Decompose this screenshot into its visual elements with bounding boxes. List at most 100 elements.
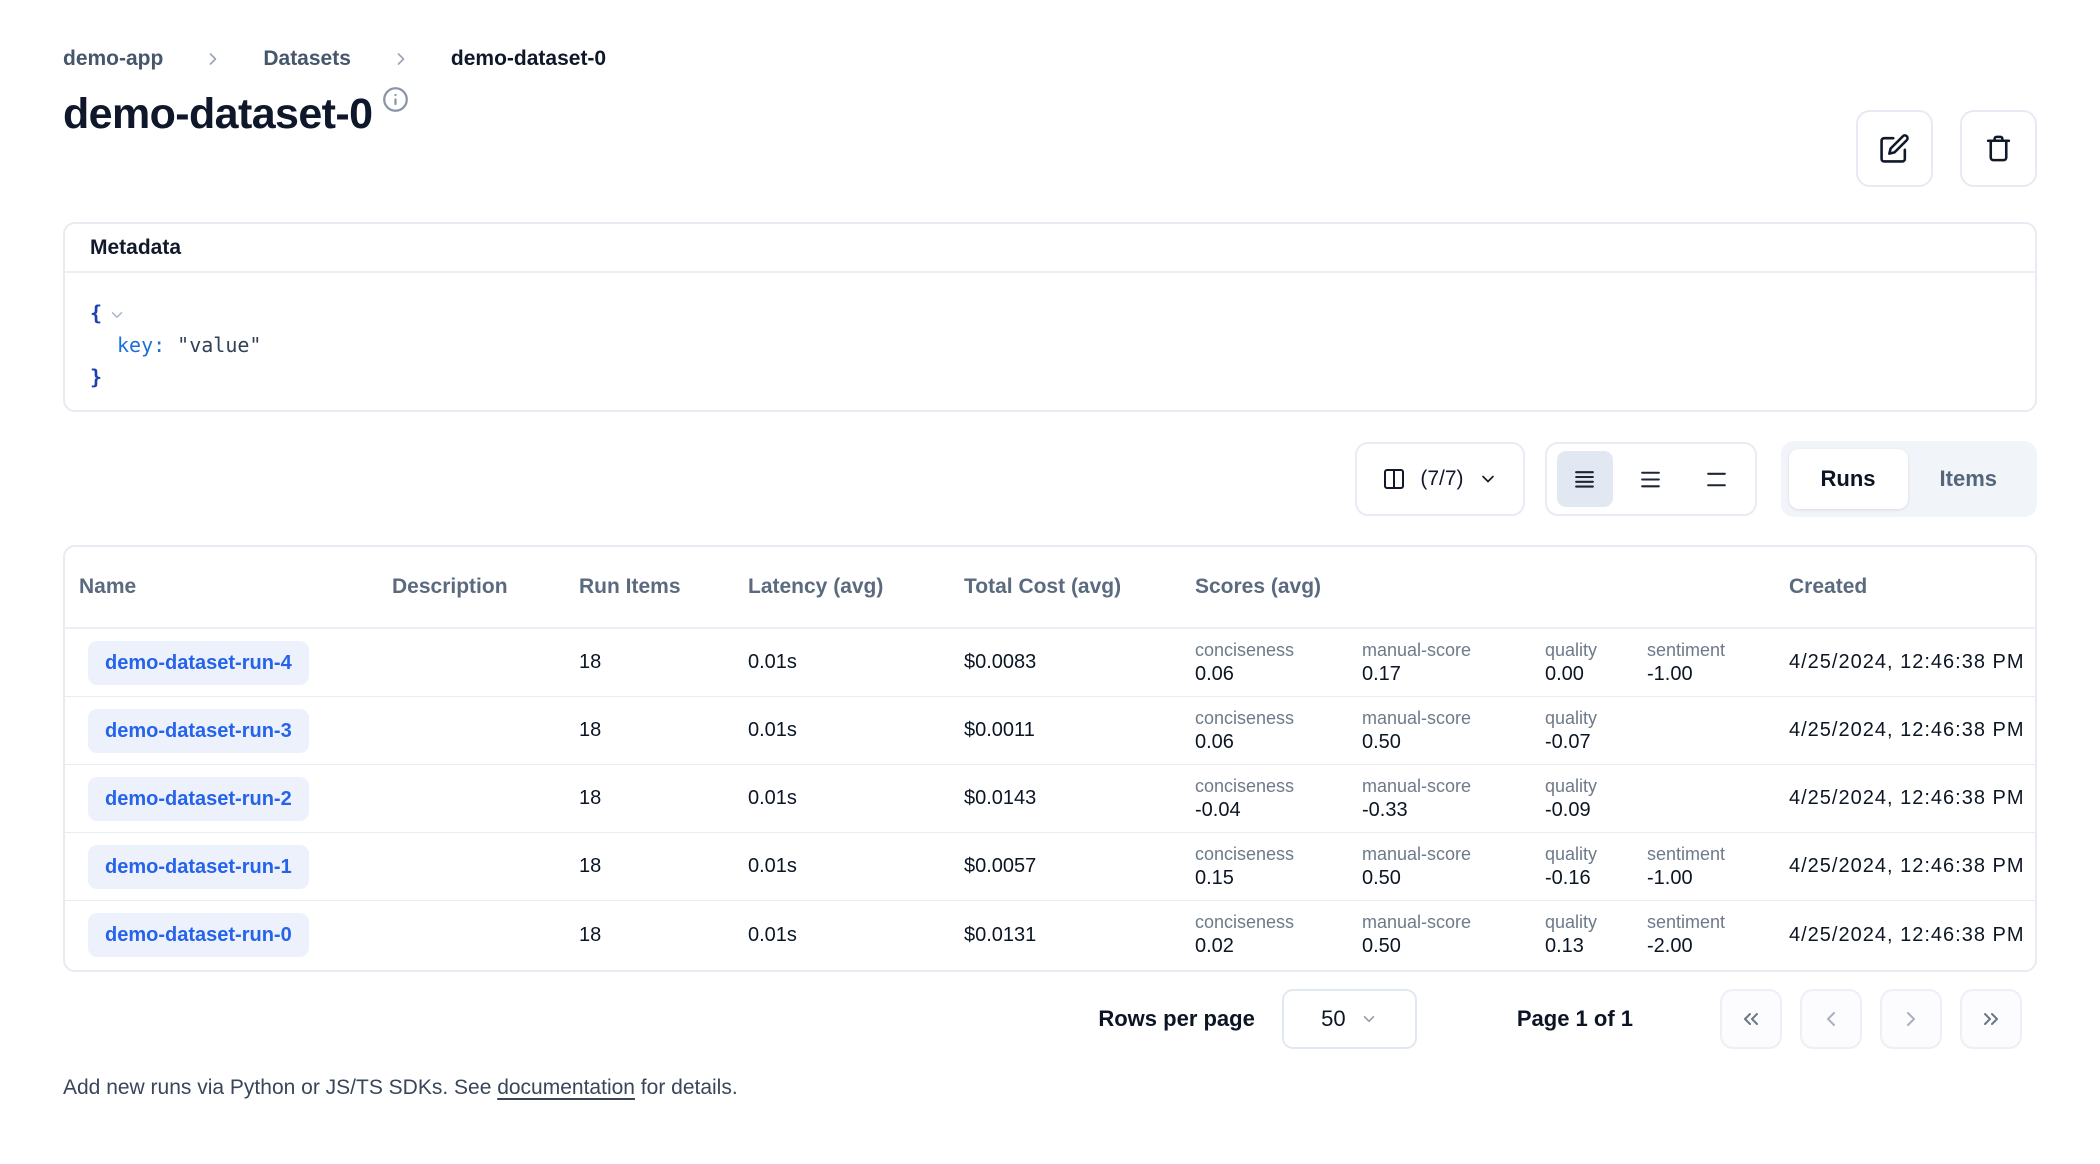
rows-per-page-label: Rows per page: [1098, 1006, 1254, 1032]
delete-dataset-button[interactable]: [1960, 110, 2037, 187]
run-name-link[interactable]: demo-dataset-run-0: [88, 913, 309, 957]
first-page-button[interactable]: [1720, 989, 1782, 1049]
edit-dataset-button[interactable]: [1856, 110, 1933, 187]
rows-per-page-select[interactable]: 50: [1282, 989, 1417, 1049]
cell-created: 4/25/2024, 12:46:38 PM: [1789, 787, 2035, 810]
cell-total-cost: $0.0011: [964, 719, 1195, 742]
column-header-run-items[interactable]: Run Items: [579, 575, 748, 599]
row-height-toggle-group: [1545, 442, 1757, 516]
pagination-buttons: [1720, 989, 2022, 1049]
score-cell: quality-0.07: [1545, 707, 1647, 755]
footer-note: Add new runs via Python or JS/TS SDKs. S…: [63, 1076, 738, 1100]
column-header-created[interactable]: Created: [1789, 575, 2035, 599]
rows-per-page-value: 50: [1321, 1006, 1345, 1032]
cell-latency: 0.01s: [748, 651, 964, 674]
score-cell: sentiment-1.00: [1647, 843, 1789, 891]
cell-scores: conciseness0.15 manual-score0.50 quality…: [1195, 833, 1789, 900]
table-toolbar: (7/7) Runs Items: [1355, 441, 2037, 517]
footer-text-after: for details.: [635, 1076, 738, 1099]
tab-runs[interactable]: Runs: [1789, 449, 1908, 509]
breadcrumb-project[interactable]: demo-app: [63, 47, 163, 71]
tab-items[interactable]: Items: [1908, 449, 2029, 509]
column-header-scores[interactable]: Scores (avg): [1195, 575, 1789, 599]
metadata-panel: Metadata { key: "value" }: [63, 222, 2037, 412]
score-cell: manual-score0.50: [1362, 843, 1545, 891]
run-name-link[interactable]: demo-dataset-run-2: [88, 777, 309, 821]
run-name-link[interactable]: demo-dataset-run-1: [88, 845, 309, 889]
score-cell: quality0.13: [1545, 911, 1647, 959]
page-title: demo-dataset-0: [63, 84, 372, 144]
next-page-button[interactable]: [1880, 989, 1942, 1049]
info-icon[interactable]: [382, 86, 409, 113]
score-cell: conciseness0.15: [1195, 843, 1362, 891]
metadata-title: Metadata: [90, 236, 181, 260]
column-visibility-button[interactable]: (7/7): [1355, 442, 1524, 516]
table-row[interactable]: demo-dataset-run-2 18 0.01s $0.0143 conc…: [65, 765, 2035, 833]
row-height-small-icon: [1572, 467, 1597, 492]
page-indicator: Page 1 of 1: [1517, 1006, 1633, 1032]
edit-icon: [1879, 133, 1910, 164]
column-header-total-cost[interactable]: Total Cost (avg): [964, 575, 1195, 599]
breadcrumb-datasets[interactable]: Datasets: [263, 47, 351, 71]
score-cell: quality-0.09: [1545, 775, 1647, 823]
cell-latency: 0.01s: [748, 719, 964, 742]
row-height-large-icon: [1704, 467, 1729, 492]
header-actions: [1856, 110, 2037, 187]
row-height-medium-button[interactable]: [1623, 451, 1679, 507]
chevrons-left-icon: [1739, 1007, 1763, 1031]
runs-table: Name Description Run Items Latency (avg)…: [63, 545, 2037, 972]
table-row[interactable]: demo-dataset-run-0 18 0.01s $0.0131 conc…: [65, 901, 2035, 969]
score-cell: conciseness0.06: [1195, 707, 1362, 755]
chevron-left-icon: [1819, 1007, 1843, 1031]
chevron-down-icon: [1478, 469, 1498, 489]
cell-created: 4/25/2024, 12:46:38 PM: [1789, 651, 2035, 674]
table-row[interactable]: demo-dataset-run-1 18 0.01s $0.0057 conc…: [65, 833, 2035, 901]
column-header-description[interactable]: Description: [392, 575, 579, 599]
chevron-right-icon: [1899, 1007, 1923, 1031]
score-cell: quality-0.16: [1545, 843, 1647, 891]
row-height-small-button[interactable]: [1557, 451, 1613, 507]
collapse-chevron-icon[interactable]: [108, 306, 126, 324]
columns-count-label: (7/7): [1420, 467, 1463, 491]
json-string-value: "value": [177, 329, 261, 361]
cell-total-cost: $0.0057: [964, 855, 1195, 878]
table-row[interactable]: demo-dataset-run-4 18 0.01s $0.0083 conc…: [65, 629, 2035, 697]
cell-run-items: 18: [579, 651, 748, 674]
previous-page-button[interactable]: [1800, 989, 1862, 1049]
score-cell: sentiment-2.00: [1647, 911, 1789, 959]
score-cell: quality0.00: [1545, 639, 1647, 687]
pagination-bar: Rows per page 50 Page 1 of 1: [1098, 988, 2022, 1050]
cell-run-items: 18: [579, 787, 748, 810]
cell-scores: conciseness0.02 manual-score0.50 quality…: [1195, 901, 1789, 969]
cell-run-items: 18: [579, 855, 748, 878]
score-cell: sentiment-1.00: [1647, 639, 1789, 687]
cell-total-cost: $0.0131: [964, 924, 1195, 947]
cell-run-items: 18: [579, 719, 748, 742]
run-name-link[interactable]: demo-dataset-run-4: [88, 641, 309, 685]
score-cell: manual-score-0.33: [1362, 775, 1545, 823]
documentation-link[interactable]: documentation: [497, 1076, 635, 1099]
table-row[interactable]: demo-dataset-run-3 18 0.01s $0.0011 conc…: [65, 697, 2035, 765]
score-cell: manual-score0.17: [1362, 639, 1545, 687]
json-key: key:: [117, 329, 165, 361]
metadata-header: Metadata: [65, 224, 2035, 273]
cell-latency: 0.01s: [748, 924, 964, 947]
score-cell: conciseness0.02: [1195, 911, 1362, 959]
json-close-brace: }: [90, 361, 102, 393]
score-cell: conciseness-0.04: [1195, 775, 1362, 823]
column-header-name[interactable]: Name: [79, 575, 392, 599]
cell-created: 4/25/2024, 12:46:38 PM: [1789, 719, 2035, 742]
table-header-row: Name Description Run Items Latency (avg)…: [65, 547, 2035, 629]
dataset-detail-page: demo-app Datasets demo-dataset-0 demo-da…: [0, 0, 2100, 1164]
columns-icon: [1382, 467, 1406, 491]
last-page-button[interactable]: [1960, 989, 2022, 1049]
cell-run-items: 18: [579, 924, 748, 947]
chevrons-right-icon: [1979, 1007, 2003, 1031]
column-header-latency[interactable]: Latency (avg): [748, 575, 964, 599]
row-height-large-button[interactable]: [1689, 451, 1745, 507]
cell-total-cost: $0.0083: [964, 651, 1195, 674]
cell-latency: 0.01s: [748, 855, 964, 878]
run-name-link[interactable]: demo-dataset-run-3: [88, 709, 309, 753]
row-height-medium-icon: [1638, 467, 1663, 492]
chevron-down-icon: [1360, 1010, 1378, 1028]
